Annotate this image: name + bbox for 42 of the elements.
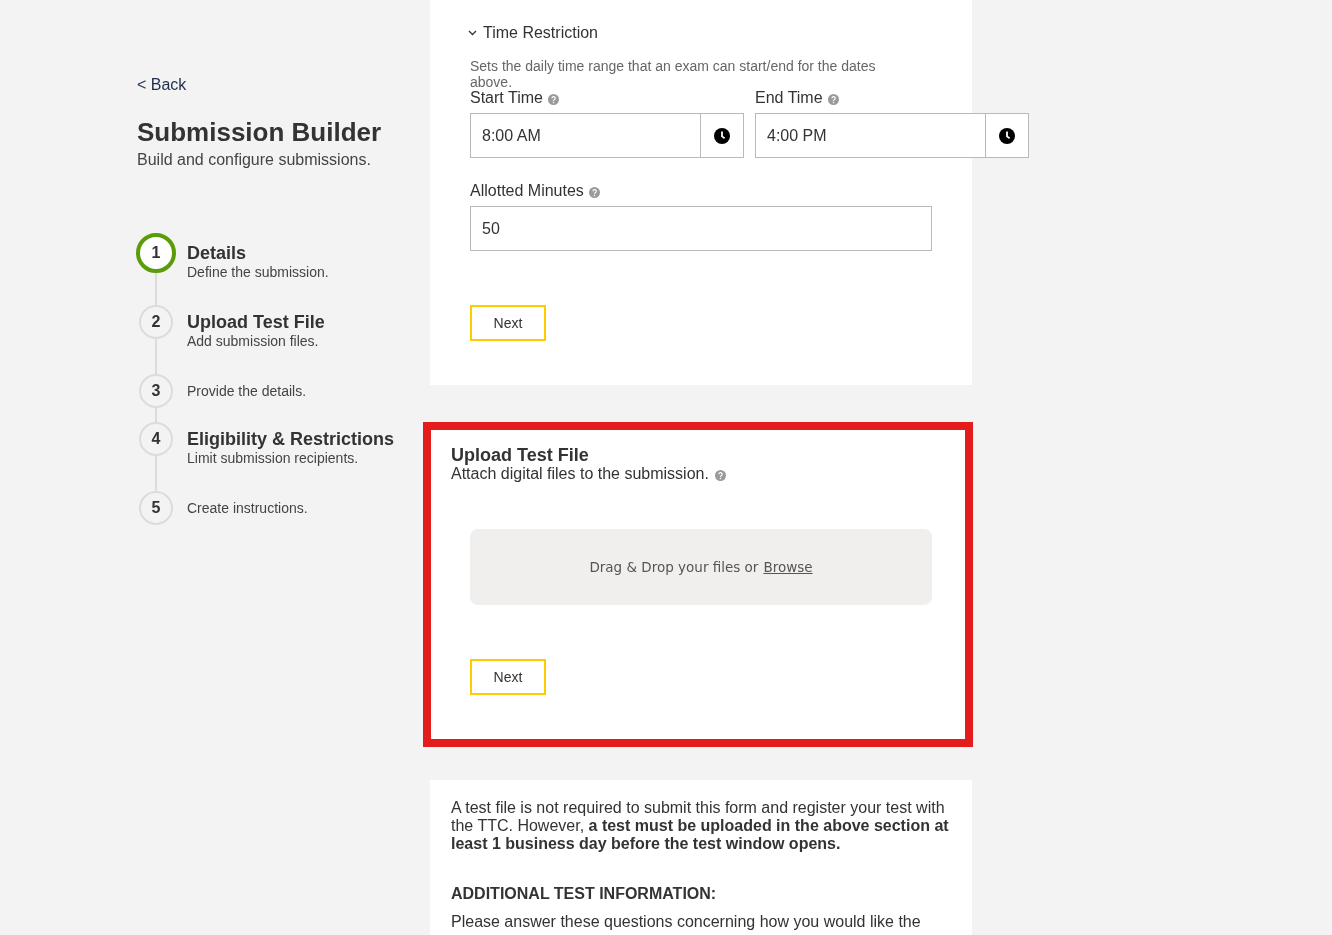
- clock-button[interactable]: [985, 113, 1029, 158]
- drop-zone[interactable]: Drag & Drop your files or Browse: [470, 529, 932, 605]
- step-title: Upload Test File: [187, 312, 325, 332]
- time-input[interactable]: 8:00 AM: [470, 113, 700, 158]
- step-title: Details: [187, 243, 248, 263]
- step-description: Provide the details.: [187, 382, 307, 400]
- step-description: Limit submission recipients.: [187, 449, 360, 467]
- section-toggle[interactable]: Time Restriction: [468, 23, 598, 43]
- field-label: Allotted Minutes: [470, 183, 584, 199]
- help-icon[interactable]: [588, 186, 600, 198]
- step-description: Define the submission.: [187, 263, 329, 281]
- minutes-input[interactable]: 50: [470, 206, 932, 251]
- info-text: Please answer these questions concerning how you would like the: [451, 913, 922, 931]
- step-number: 5: [139, 491, 173, 525]
- section-description: Sets the daily time range that an exam can start/end for the dates above.: [470, 58, 877, 90]
- step-title: Eligibility & Restrictions: [187, 429, 395, 449]
- field-label: Start Time: [470, 90, 543, 106]
- info-paragraph: A test file is not required to submit this form and register your test with the TTC. However, a test must be uploaded in the above section at least 1 business day before the test window opens.: [451, 799, 950, 853]
- next-button[interactable]: Next: [470, 659, 546, 695]
- drop-zone-text: Drag & Drop your files or: [589, 559, 759, 575]
- clock-icon: [999, 127, 1015, 144]
- field-label: End Time: [755, 90, 823, 106]
- step-number: 1: [136, 233, 176, 273]
- clock-button[interactable]: [700, 113, 744, 158]
- page-title: Submission Builder: [137, 117, 383, 147]
- help-icon[interactable]: [547, 93, 559, 105]
- back-link[interactable]: < Back: [137, 75, 187, 95]
- clock-icon: [714, 127, 730, 144]
- step-number: 3: [139, 374, 173, 408]
- help-icon[interactable]: [827, 93, 839, 105]
- next-button[interactable]: Next: [470, 305, 546, 341]
- browse-link[interactable]: Browse: [763, 559, 813, 575]
- section-heading: ADDITIONAL TEST INFORMATION:: [451, 885, 718, 903]
- step-description: Add submission files.: [187, 332, 320, 350]
- step-number: 4: [139, 422, 173, 456]
- page-subtitle: Build and configure submissions.: [137, 151, 372, 169]
- panel-title: Upload Test File: [451, 445, 590, 465]
- step-number: 2: [139, 305, 173, 339]
- step-description: Create instructions.: [187, 499, 308, 517]
- time-input[interactable]: 4:00 PM: [755, 113, 985, 158]
- panel-subtitle: Attach digital files to the submission.: [451, 465, 709, 483]
- help-icon[interactable]: [714, 469, 726, 481]
